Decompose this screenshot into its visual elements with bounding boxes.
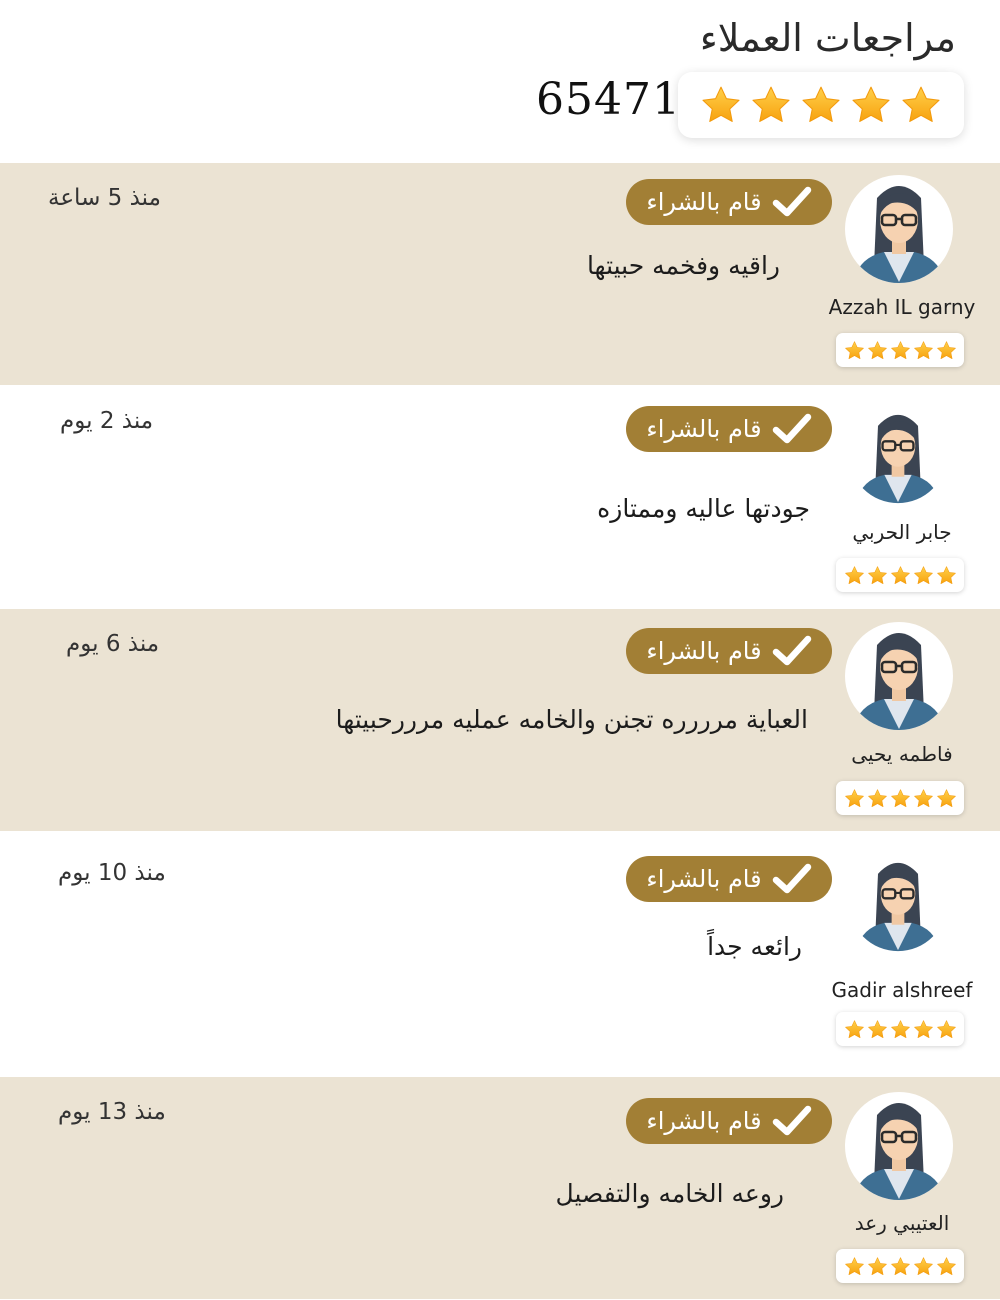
review-card: منذ 5 ساعة قام بالشراء راقيه وفخمه حبيته… [0, 163, 1000, 385]
user-avatar-icon [848, 848, 948, 956]
reviews-list: منذ 5 ساعة قام بالشراء راقيه وفخمه حبيته… [0, 163, 1000, 1299]
badge-label: قام بالشراء [646, 1107, 762, 1135]
reviewer-name: فاطمه يحيى [851, 742, 953, 766]
review-comment: العباية مرررره تجنن والخامه عمليه مرررحب… [335, 705, 808, 734]
star-icon [890, 565, 911, 586]
star-icon [844, 1019, 865, 1040]
star-icon [913, 1256, 934, 1277]
review-star-rating [836, 1249, 964, 1283]
star-icon [890, 1256, 911, 1277]
review-time: منذ 5 ساعة [48, 185, 161, 211]
badge-label: قام بالشراء [646, 865, 762, 893]
star-icon [867, 1256, 888, 1277]
check-icon [772, 634, 812, 668]
user-avatar-icon [844, 1087, 954, 1205]
review-card: منذ 10 يوم قام بالشراء رائعه جداً Gadir … [0, 832, 1000, 1076]
star-icon [800, 84, 842, 126]
star-icon [936, 340, 957, 361]
star-icon [867, 788, 888, 809]
reviewer-name: العتيبي رعد [854, 1211, 950, 1235]
star-icon [936, 1019, 957, 1040]
check-icon [772, 185, 812, 219]
average-rating-box [678, 72, 964, 138]
star-icon [867, 565, 888, 586]
star-icon [913, 788, 934, 809]
review-comment: جودتها عاليه وممتازه [597, 494, 810, 523]
verified-purchase-badge: قام بالشراء [626, 628, 832, 674]
reviewer-name: Gadir alshreef [831, 978, 973, 1002]
star-icon [844, 340, 865, 361]
star-icon [913, 565, 934, 586]
star-icon [890, 788, 911, 809]
page-title: مراجعات العملاء [699, 16, 956, 60]
star-icon [936, 565, 957, 586]
user-avatar-icon [844, 170, 954, 288]
verified-purchase-badge: قام بالشراء [626, 179, 832, 225]
check-icon [772, 862, 812, 896]
reviews-header: مراجعات العملاء 65471 [0, 0, 1000, 163]
verified-purchase-badge: قام بالشراء [626, 406, 832, 452]
star-icon [844, 788, 865, 809]
check-icon [772, 412, 812, 446]
star-icon [913, 1019, 934, 1040]
review-time: منذ 2 يوم [60, 408, 154, 434]
total-reviews-count: 65471 [536, 74, 681, 125]
review-card: منذ 2 يوم قام بالشراء جودتها عاليه وممتا… [0, 386, 1000, 608]
review-time: منذ 13 يوم [58, 1099, 166, 1125]
reviewer-name: Azzah IL garny [828, 295, 976, 319]
review-comment: رائعه جداً [707, 932, 802, 961]
star-icon [900, 84, 942, 126]
review-comment: راقيه وفخمه حبيتها [586, 251, 780, 280]
verified-purchase-badge: قام بالشراء [626, 856, 832, 902]
user-avatar-icon [848, 400, 948, 508]
star-icon [867, 1019, 888, 1040]
review-star-rating [836, 558, 964, 592]
user-avatar-icon [844, 617, 954, 735]
review-star-rating [836, 781, 964, 815]
star-icon [890, 1019, 911, 1040]
review-star-rating [836, 1012, 964, 1046]
star-icon [936, 788, 957, 809]
star-icon [867, 340, 888, 361]
star-icon [913, 340, 934, 361]
badge-label: قام بالشراء [646, 188, 762, 216]
review-time: منذ 6 يوم [66, 631, 160, 657]
review-card: منذ 6 يوم قام بالشراء العباية مرررره تجن… [0, 609, 1000, 831]
star-icon [850, 84, 892, 126]
star-icon [890, 340, 911, 361]
check-icon [772, 1104, 812, 1138]
review-star-rating [836, 333, 964, 367]
verified-purchase-badge: قام بالشراء [626, 1098, 832, 1144]
star-icon [700, 84, 742, 126]
star-icon [936, 1256, 957, 1277]
star-icon [750, 84, 792, 126]
badge-label: قام بالشراء [646, 415, 762, 443]
review-comment: روعه الخامه والتفصيل [555, 1179, 784, 1208]
review-card: منذ 13 يوم قام بالشراء روعه الخامه والتف… [0, 1077, 1000, 1299]
reviewer-name: جابر الحربي [852, 520, 952, 544]
badge-label: قام بالشراء [646, 637, 762, 665]
review-time: منذ 10 يوم [58, 860, 166, 886]
star-icon [844, 1256, 865, 1277]
star-icon [844, 565, 865, 586]
